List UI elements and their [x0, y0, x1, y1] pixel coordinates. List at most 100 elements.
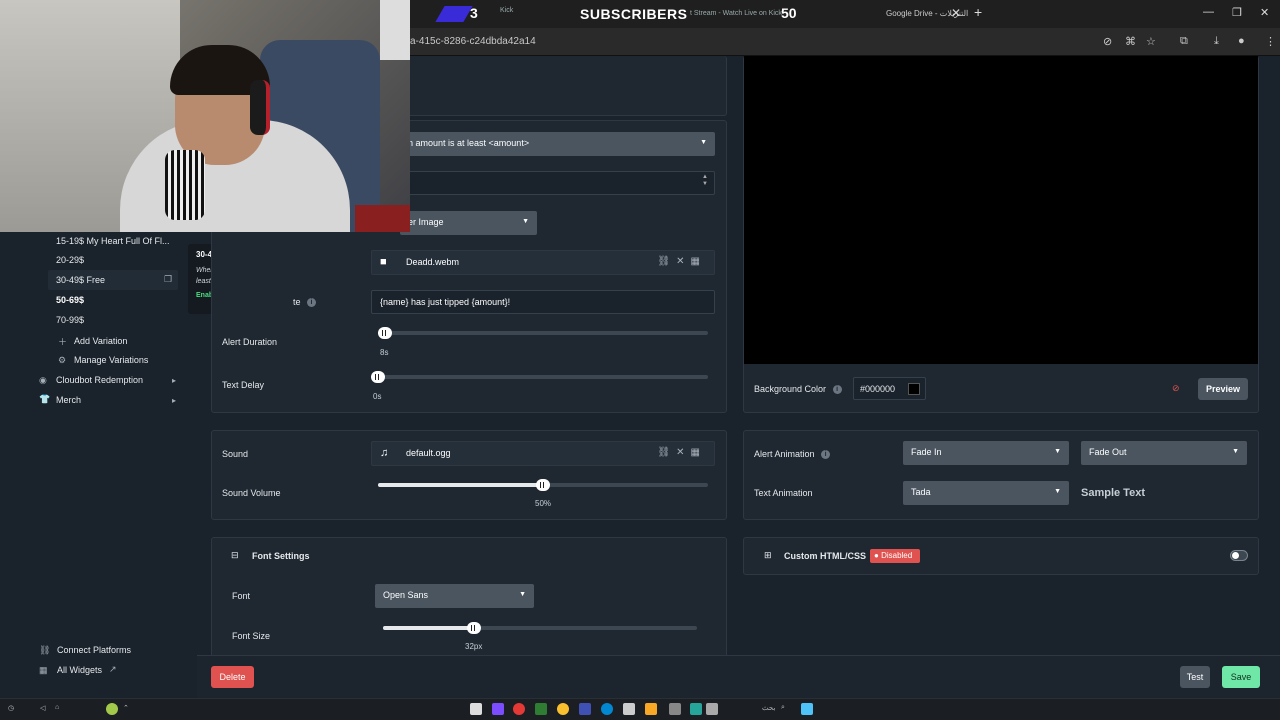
variation-30-49[interactable]: 30-49$ Free — [56, 275, 105, 285]
fade-out-select[interactable]: Fade Out ▼ — [1081, 441, 1247, 465]
camera-off-icon[interactable]: ⊘ — [1103, 35, 1112, 48]
subscribers-count-left: 3 — [470, 5, 478, 21]
custom-html-toggle[interactable] — [1230, 550, 1248, 561]
tab-kick-stream[interactable]: t Stream - Watch Live on Kick — [690, 10, 782, 17]
slider-thumb[interactable] — [377, 327, 392, 339]
webcam-red-object — [355, 205, 410, 232]
sidebar-item-cloudbot-redemption[interactable]: Cloudbot Redemption — [56, 375, 143, 385]
message-template-input[interactable]: {name} has just tipped {amount}! — [371, 290, 715, 314]
alert-animation-label-text: Alert Animation — [754, 449, 815, 459]
variation-15-19[interactable]: 15-19$ My Heart Full Of Fl... — [56, 236, 170, 246]
alert-duration-value: 8s — [380, 348, 389, 357]
profile-avatar-icon[interactable]: ● — [1238, 35, 1245, 47]
layout-select-value: er Image — [408, 217, 444, 227]
sound-volume-slider[interactable] — [378, 479, 708, 491]
sidebar-item-merch[interactable]: Merch — [56, 395, 81, 405]
banner-stripe — [435, 6, 473, 22]
folder-icon[interactable] — [645, 703, 657, 715]
save-button[interactable]: Save — [1222, 666, 1260, 688]
download-icon[interactable]: ⤓ — [1214, 35, 1219, 48]
chevron-down-icon: ▼ — [1054, 448, 1061, 455]
color-swatch[interactable] — [908, 383, 920, 395]
stepper-icon[interactable]: ▲ ▼ — [702, 174, 708, 188]
app-icon[interactable] — [106, 703, 118, 715]
fade-in-select[interactable]: Fade In ▼ — [903, 441, 1069, 465]
close-window-icon[interactable]: ✕ — [1260, 6, 1269, 19]
file-actions[interactable]: ⛓✕▦ — [657, 447, 706, 458]
font-size-value: 32px — [465, 642, 483, 651]
widgets-icon[interactable] — [690, 703, 702, 715]
collapse-icon[interactable]: ⊟ — [231, 550, 239, 561]
expand-icon[interactable]: ⊞ — [764, 550, 772, 561]
edge-icon[interactable] — [601, 703, 613, 715]
shirt-icon: 👕 — [39, 394, 51, 404]
new-tab-icon[interactable]: + — [974, 4, 982, 20]
text-animation-label: Text Animation — [754, 488, 813, 498]
store-icon[interactable] — [623, 703, 635, 715]
alert-duration-slider[interactable] — [377, 327, 708, 339]
taskbar-app-icon[interactable] — [470, 703, 482, 715]
sound-file-name: default.ogg — [406, 448, 451, 458]
chrome-icon[interactable] — [557, 703, 569, 715]
url-text[interactable]: a-415c-8286-c24dbda42a14 — [410, 36, 536, 47]
variation-20-29[interactable]: 20-29$ — [56, 255, 84, 265]
fade-out-value: Fade Out — [1089, 447, 1127, 457]
manage-variations-link[interactable]: Manage Variations — [74, 355, 148, 365]
excel-icon[interactable] — [535, 703, 547, 715]
info-icon[interactable]: i — [821, 450, 831, 460]
music-note-icon: ♫ — [380, 447, 389, 459]
slider-fill — [383, 626, 475, 630]
preview-button[interactable]: Preview — [1198, 378, 1248, 400]
font-size-slider[interactable] — [383, 622, 697, 634]
taskbar-search-text[interactable]: بحث — [762, 704, 775, 712]
network-icon[interactable]: ⌂ — [55, 704, 59, 711]
amount-input[interactable]: ▲ ▼ — [400, 171, 715, 195]
maximize-icon[interactable]: ❐ — [1232, 6, 1242, 19]
text-animation-select[interactable]: Tada ▼ — [903, 481, 1069, 505]
chevron-up-icon[interactable]: ⌃ — [123, 704, 129, 712]
taskview-icon[interactable] — [669, 703, 681, 715]
copilot-icon[interactable] — [706, 703, 718, 715]
info-icon[interactable]: i — [832, 385, 842, 395]
search-icon[interactable]: ⌕ — [781, 704, 785, 712]
menu-dots-icon[interactable]: ⋮ — [1265, 35, 1276, 48]
subscribers-count-right: 50 — [781, 5, 797, 21]
background-color-input[interactable]: #000000 — [853, 377, 926, 400]
text-delay-label: Text Delay — [222, 380, 265, 390]
discord-icon[interactable] — [492, 703, 504, 715]
link-icon: ⛓ — [39, 645, 51, 655]
copy-icon[interactable]: ❐ — [164, 274, 172, 285]
slider-thumb[interactable] — [536, 479, 550, 491]
obs-icon[interactable] — [513, 703, 525, 715]
minimize-icon[interactable]: — — [1203, 6, 1214, 18]
vscode-icon[interactable] — [579, 703, 591, 715]
slider-thumb[interactable] — [467, 622, 482, 634]
status-badge: ● Disabled — [870, 549, 920, 563]
slider-thumb[interactable] — [371, 371, 385, 383]
delete-button[interactable]: Delete — [211, 666, 254, 688]
start-icon[interactable] — [801, 703, 813, 715]
variation-50-69[interactable]: 50-69$ — [56, 295, 84, 305]
sound-file-input[interactable]: ♫ default.ogg ⛓✕▦ — [371, 441, 715, 466]
variation-70-99[interactable]: 70-99$ — [56, 315, 84, 325]
all-widgets-link[interactable]: All Widgets — [57, 665, 102, 675]
translate-icon[interactable]: ⌘ — [1125, 35, 1136, 48]
condition-select[interactable]: n amount is at least <amount> ▼ — [400, 132, 715, 156]
font-select[interactable]: Open Sans ▼ — [375, 584, 534, 608]
add-variation-link[interactable]: Add Variation — [74, 336, 127, 346]
webcam-headset — [250, 80, 270, 135]
tab-kick[interactable]: Kick — [500, 7, 513, 14]
eye-off-icon[interactable]: ⊘ — [1172, 383, 1180, 394]
media-file-input[interactable]: ■ Deadd.webm ⛓✕▦ — [371, 250, 715, 275]
close-tab-icon[interactable]: ✕ — [951, 6, 961, 20]
layout-select[interactable]: er Image ▼ — [400, 211, 537, 235]
text-animation-value: Tada — [911, 487, 931, 497]
connect-platforms-link[interactable]: Connect Platforms — [57, 645, 131, 655]
text-delay-slider[interactable] — [371, 371, 708, 383]
bookmark-star-icon[interactable]: ☆ — [1146, 35, 1156, 48]
test-button[interactable]: Test — [1180, 666, 1210, 688]
file-actions[interactable]: ⛓✕▦ — [657, 256, 706, 267]
speaker-icon[interactable]: ◁ — [40, 704, 45, 712]
extensions-icon[interactable]: ⧉ — [1180, 35, 1188, 48]
info-icon[interactable]: i — [307, 298, 317, 308]
